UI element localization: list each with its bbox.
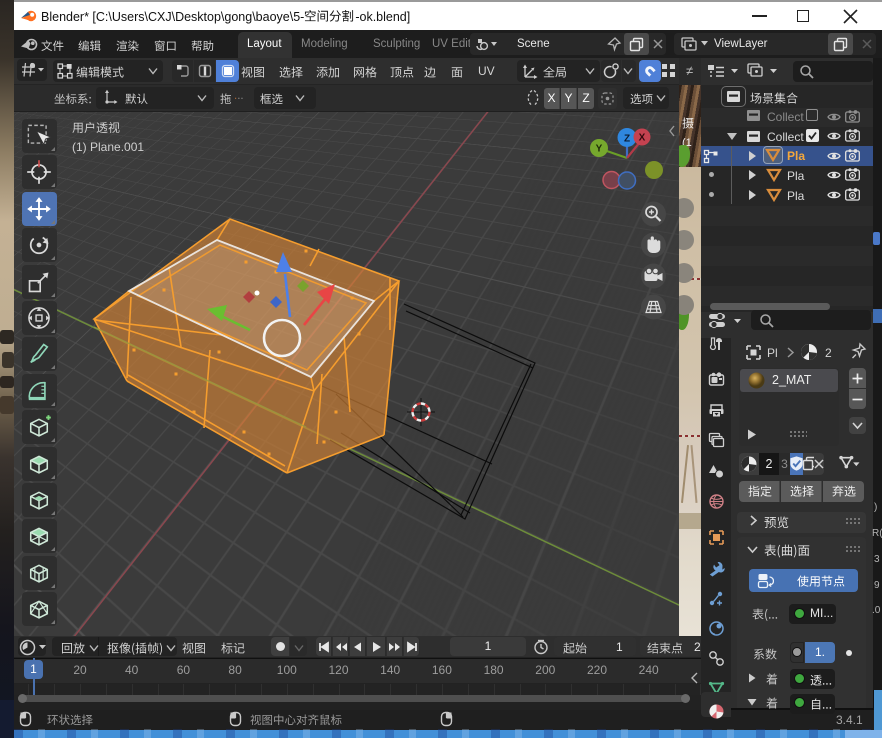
svg-text:(1) Plane.001: (1) Plane.001 <box>72 140 144 154</box>
svg-text:Y: Y <box>596 144 603 155</box>
svg-text:Z: Z <box>624 134 630 145</box>
svg-text:X: X <box>639 133 646 144</box>
